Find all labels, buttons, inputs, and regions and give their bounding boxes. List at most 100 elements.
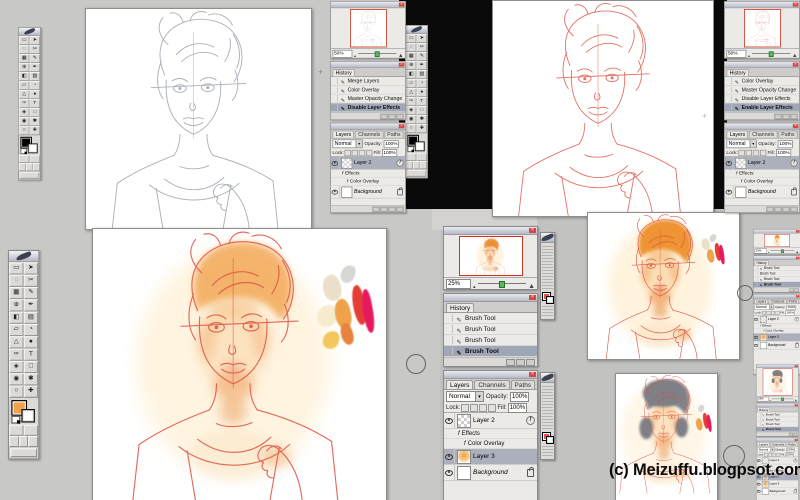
zoom-out-icon[interactable]	[770, 395, 771, 403]
tool-button[interactable]: ◌	[405, 43, 417, 53]
visibility-eye-icon[interactable]	[756, 487, 762, 495]
opacity-value[interactable]: 100%	[786, 304, 797, 310]
history-source-checkbox[interactable]	[754, 282, 758, 287]
background-color-swatch[interactable]	[21, 409, 35, 423]
new-snapshot-button[interactable]	[788, 432, 793, 436]
panel-titlebar[interactable]	[444, 294, 537, 302]
tool-button[interactable]: ▦	[405, 52, 417, 62]
history-source-checkbox[interactable]	[726, 104, 732, 111]
effects-row[interactable]: Effects	[444, 429, 537, 439]
screen-mode-buttons[interactable]	[542, 304, 553, 318]
tool-button[interactable]: ◉	[18, 117, 30, 127]
layer-row-background[interactable]: Background	[444, 465, 537, 481]
jump-to-imageready-button[interactable]	[406, 170, 427, 177]
close-icon[interactable]	[792, 2, 799, 7]
zoom-out-icon[interactable]	[748, 46, 750, 60]
layer-thumbnail[interactable]	[760, 333, 767, 341]
blend-mode-select[interactable]: Normal	[446, 391, 484, 402]
tool-button[interactable]: ➤	[23, 262, 39, 275]
close-icon[interactable]	[794, 438, 798, 441]
tool-button[interactable]: ✎	[29, 54, 41, 64]
tool-button[interactable]: ▭	[9, 262, 24, 275]
tab-layers[interactable]: Layers	[446, 380, 474, 389]
new-snapshot-button[interactable]	[789, 288, 794, 292]
screen-mode-button[interactable]	[9, 435, 19, 448]
history-source-checkbox[interactable]	[332, 77, 338, 85]
tool-button[interactable]: ◉	[405, 115, 417, 125]
quick-mask-button[interactable]	[23, 424, 39, 436]
layer-thumbnail[interactable]	[762, 487, 769, 495]
navigator-zoom-value[interactable]: 50%	[726, 49, 747, 58]
lock-pixels-button[interactable]	[745, 149, 753, 156]
history-source-checkbox[interactable]	[754, 271, 758, 276]
tool-button[interactable]: ◌	[9, 274, 24, 287]
close-icon[interactable]	[529, 228, 536, 233]
new-snapshot-button[interactable]	[388, 113, 396, 119]
tool-button[interactable]: ➤	[416, 34, 428, 44]
delete-state-button[interactable]	[790, 113, 798, 119]
tab-layers[interactable]: Layers	[332, 130, 355, 138]
tool-button[interactable]: ●	[29, 90, 41, 100]
zoom-slider-knob[interactable]	[499, 281, 506, 288]
tool-button[interactable]: ▭	[18, 36, 30, 46]
tab-layers[interactable]: Layers	[754, 299, 769, 304]
layer-thumbnail[interactable]	[457, 413, 471, 428]
tool-button[interactable]: ○	[18, 126, 30, 136]
zoom-slider[interactable]	[770, 249, 795, 253]
screen-mode-buttons[interactable]	[542, 444, 553, 458]
history-source-checkbox[interactable]	[757, 422, 761, 427]
new-snapshot-button[interactable]	[516, 358, 525, 366]
fill-value[interactable]: 100%	[775, 148, 792, 157]
delete-state-button[interactable]	[396, 113, 404, 119]
background-color-swatch[interactable]	[546, 296, 554, 304]
zoom-slider-knob[interactable]	[781, 397, 785, 401]
tool-button[interactable]: △	[405, 88, 417, 98]
new-document-from-state-button[interactable]	[506, 358, 515, 366]
tool-button[interactable]: ◧	[18, 72, 30, 82]
tool-button[interactable]: ✱	[23, 373, 39, 386]
fill-value[interactable]: 100%	[785, 452, 794, 457]
tool-button[interactable]: T	[416, 97, 428, 107]
history-source-checkbox[interactable]	[757, 427, 761, 432]
close-icon[interactable]	[794, 364, 798, 368]
lock-pixels-button[interactable]	[470, 403, 479, 412]
history-source-checkbox[interactable]	[754, 266, 758, 270]
tool-button[interactable]: ⊕	[18, 63, 30, 73]
layer-row-background[interactable]: Background	[756, 487, 799, 495]
tool-button[interactable]: ▱	[9, 323, 24, 337]
navigator-zoom-value[interactable]: 50%	[332, 49, 353, 58]
layer-row-layer2[interactable]: Layer 2	[724, 157, 800, 170]
tab-layers[interactable]: Layers	[757, 442, 770, 447]
lock-transparency-button[interactable]	[762, 310, 767, 315]
toolbox-mini[interactable]	[540, 372, 555, 460]
screen-mode-button[interactable]	[18, 163, 26, 172]
zoom-slider[interactable]	[751, 51, 791, 57]
history-source-checkbox[interactable]	[332, 104, 338, 111]
add-mask-button[interactable]	[774, 206, 782, 212]
layer-row-layer2[interactable]: Layer 2	[444, 413, 537, 429]
zoom-out-icon[interactable]	[768, 246, 769, 255]
quick-mask-button[interactable]	[416, 152, 428, 162]
blend-mode-select[interactable]: Normal	[754, 304, 774, 310]
history-state-current[interactable]: Disable Layer Effects	[330, 103, 406, 113]
tool-button[interactable]: ✂	[29, 45, 41, 55]
lock-position-button[interactable]	[479, 403, 488, 412]
history-source-checkbox[interactable]	[726, 86, 732, 93]
history-source-checkbox[interactable]	[445, 347, 453, 355]
layer-effects-icon[interactable]	[526, 416, 535, 425]
zoom-in-icon[interactable]	[398, 46, 404, 60]
panel-titlebar[interactable]	[444, 227, 537, 235]
zoom-out-icon[interactable]	[354, 46, 356, 60]
lock-position-button[interactable]	[771, 310, 776, 315]
blend-mode-select[interactable]: Normal	[332, 139, 363, 149]
screen-mode-button[interactable]	[405, 161, 413, 170]
default-colors-icon[interactable]	[20, 148, 28, 155]
tool-button[interactable]: ✚	[29, 126, 41, 136]
tab-channels[interactable]: Channels	[768, 299, 787, 304]
jump-to-imageready-button[interactable]	[19, 172, 40, 179]
visibility-eye-icon[interactable]	[444, 465, 455, 480]
tool-button[interactable]: ◔	[23, 323, 39, 337]
new-layer-button[interactable]	[782, 206, 790, 212]
layer-row-layer2[interactable]: Layer 2	[753, 315, 800, 324]
zoom-in-icon[interactable]	[796, 246, 799, 255]
